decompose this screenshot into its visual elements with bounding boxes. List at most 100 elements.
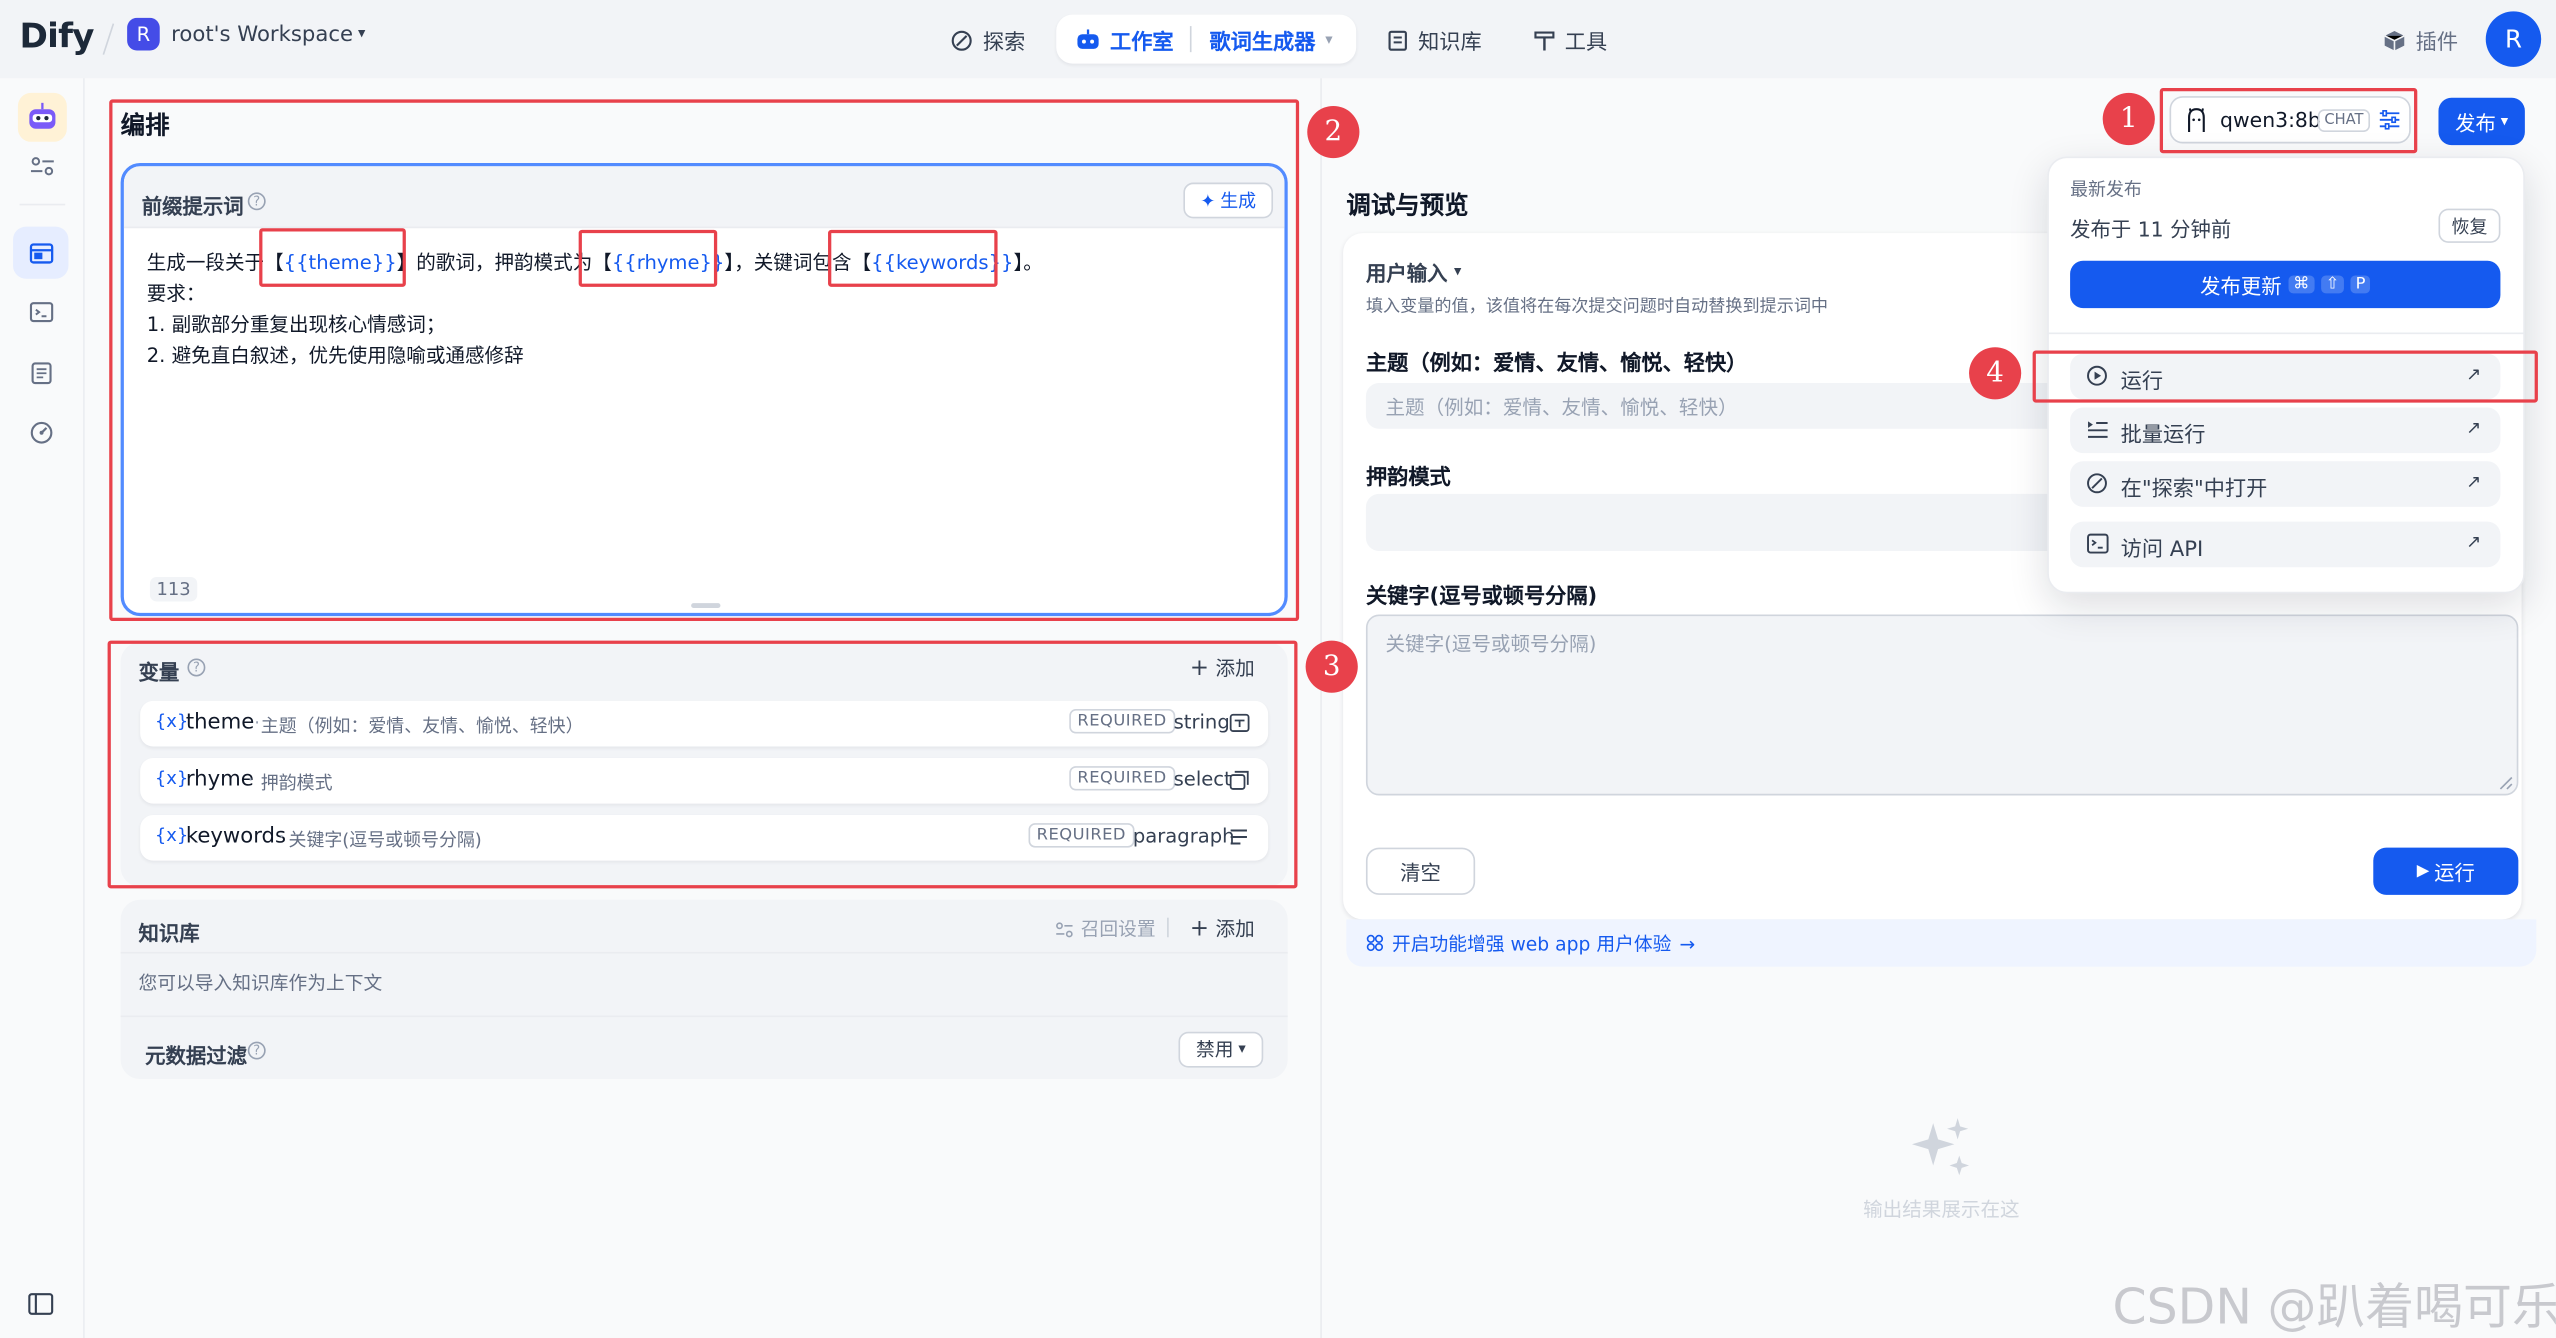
knowledge-label: 知识库 (138, 920, 200, 946)
keywords-placeholder: 关键字(逗号或顿号分隔) (1385, 632, 1597, 656)
compass-icon (2086, 473, 2107, 494)
app-switcher[interactable]: 歌词生成器 ▾ (1209, 24, 1332, 55)
publish-update-button[interactable]: 发布更新 ⌘ ⇧ P (2070, 260, 2501, 309)
menu-item-open-in-explore[interactable]: 在"探索"中打开 ↗ (2070, 461, 2501, 507)
book-icon (1387, 29, 1408, 52)
knowledge-hint: 您可以导入知识库作为上下文 (138, 971, 383, 995)
shortcut-key: ⌘ (2288, 275, 2315, 294)
terminal-nav-icon[interactable] (29, 302, 54, 323)
clear-button[interactable]: 清空 (1365, 847, 1476, 895)
nav-plugins[interactable]: 插件 (2383, 24, 2458, 55)
arrow-right-icon: → (1679, 931, 1696, 955)
metadata-filter-select[interactable]: 禁用 ▾ (1178, 1031, 1264, 1068)
nav-knowledge[interactable]: 知识库 (1387, 24, 1482, 55)
divider (120, 1015, 1288, 1018)
dify-logo[interactable]: Dify (20, 16, 95, 55)
clear-label: 清空 (1400, 860, 1441, 886)
annotation-box (107, 640, 1298, 889)
external-link-icon: ↗ (2466, 471, 2482, 493)
add-knowledge-button[interactable]: + 添加 (1190, 914, 1255, 942)
divider (2047, 332, 2525, 335)
divider (19, 203, 66, 206)
metadata-filter-value: 禁用 (1195, 1038, 1234, 1062)
info-icon: ? (247, 1041, 266, 1060)
app-name: 歌词生成器 (1209, 30, 1316, 56)
divider (102, 23, 115, 55)
chevron-down-icon: ▾ (1453, 263, 1462, 280)
hammer-icon (1534, 29, 1555, 52)
annotation-box (2159, 88, 2418, 154)
nav-explore[interactable]: 探索 (950, 24, 1025, 55)
logs-nav-icon[interactable] (31, 362, 52, 385)
recall-settings-button[interactable]: 召回设置 (1055, 916, 1156, 942)
workspace-avatar: R (127, 17, 160, 51)
preview-title: 调试与预览 (1346, 190, 1469, 221)
nav-studio[interactable]: 工作室 (1076, 24, 1174, 55)
shortcut-key: P (2350, 275, 2371, 294)
user-input-label: 用户输入 (1365, 260, 1448, 286)
robot-icon (1076, 28, 1100, 52)
divider (1189, 26, 1192, 53)
menu-item-batch-run[interactable]: 批量运行 ↗ (2070, 407, 2501, 454)
annotation-number: 4 (1969, 347, 2022, 400)
monitor-nav-icon[interactable] (29, 421, 53, 445)
sparkles-icon (1907, 1113, 1975, 1181)
user-avatar[interactable]: R (2485, 11, 2542, 67)
user-input-toggle[interactable]: 用户输入 ▾ (1366, 256, 1461, 287)
external-link-icon: ↗ (2466, 417, 2482, 439)
chevron-down-icon: ▾ (2500, 113, 2509, 130)
chevron-down-icon: ▾ (1325, 31, 1333, 49)
menu-item-access-api[interactable]: 访问 API ↗ (2070, 521, 2501, 568)
sliders-icon (1055, 920, 1075, 938)
orchestrate-nav-icon[interactable] (13, 226, 69, 279)
menu-item-label: 访问 API (2120, 537, 2204, 563)
top-bar: Dify R root's Workspace ▾ 探索 工作室 歌词生成器 ▾ (0, 0, 2556, 79)
annotation-box (578, 229, 718, 287)
keywords-textarea[interactable]: 关键字(逗号或顿号分隔) (1365, 614, 2519, 796)
empty-output-text: 输出结果展示在这 (1863, 1198, 2020, 1221)
list-play-icon (2086, 419, 2109, 440)
publish-button[interactable]: 发布 ▾ (2438, 97, 2525, 146)
shortcut-key: ⇧ (2320, 275, 2345, 294)
compass-icon (950, 29, 973, 52)
left-sidebar (0, 78, 85, 1338)
collapse-sidebar-icon[interactable] (28, 1293, 54, 1316)
nav-explore-label: 探索 (982, 30, 1026, 56)
plus-icon: + (1189, 915, 1210, 942)
play-icon: ▶ (2416, 862, 2430, 881)
divider (1167, 917, 1169, 938)
rhyme-field-label: 押韵模式 (1365, 466, 1451, 491)
restore-button[interactable]: 恢复 (2438, 208, 2501, 243)
annotation-number: 3 (1305, 640, 1358, 693)
enhance-label: 开启功能增强 web app 用户体验 (1392, 931, 1672, 955)
theme-input-placeholder: 主题（例如：爱情、友情、愉悦、轻快） (1385, 396, 1738, 419)
settings-sliders-icon[interactable] (29, 155, 55, 178)
annotation-box (828, 229, 998, 287)
chevron-down-icon: ▾ (357, 26, 366, 43)
annotation-box (2032, 350, 2538, 403)
annotation-box (259, 228, 406, 287)
nav-tools-label: 工具 (1564, 30, 1608, 56)
resize-grip-icon[interactable] (2499, 776, 2514, 791)
workspace-switcher[interactable]: R root's Workspace ▾ (127, 17, 366, 51)
metadata-filter-label: 元数据过滤 (145, 1043, 247, 1068)
terminal-icon (2086, 533, 2109, 554)
enhance-banner[interactable]: 开启功能增强 web app 用户体验 → (1346, 919, 2537, 967)
nav-tools[interactable]: 工具 (1534, 24, 1607, 55)
divider (120, 951, 1288, 954)
user-input-hint: 填入变量的值，该值将在每次提交问题时自动替换到提示词中 (1365, 296, 1829, 317)
menu-item-label: 在"探索"中打开 (2120, 477, 2268, 503)
add-knowledge-label: 添加 (1215, 917, 1255, 941)
latest-publish-label: 最新发布 (2070, 179, 2142, 201)
app-icon[interactable] (17, 92, 67, 142)
publish-update-label: 发布更新 (2200, 273, 2282, 299)
annotation-number: 1 (2102, 92, 2155, 146)
nav-plugins-label: 插件 (2415, 30, 2459, 56)
menu-item-label: 批量运行 (2120, 423, 2206, 449)
recall-settings-label: 召回设置 (1080, 917, 1156, 941)
restore-label: 恢复 (2451, 215, 2488, 238)
external-link-icon: ↗ (2466, 531, 2482, 553)
run-button[interactable]: ▶ 运行 (2373, 847, 2519, 895)
grid-icon (1366, 934, 1384, 952)
chevron-down-icon: ▾ (1238, 1041, 1246, 1058)
